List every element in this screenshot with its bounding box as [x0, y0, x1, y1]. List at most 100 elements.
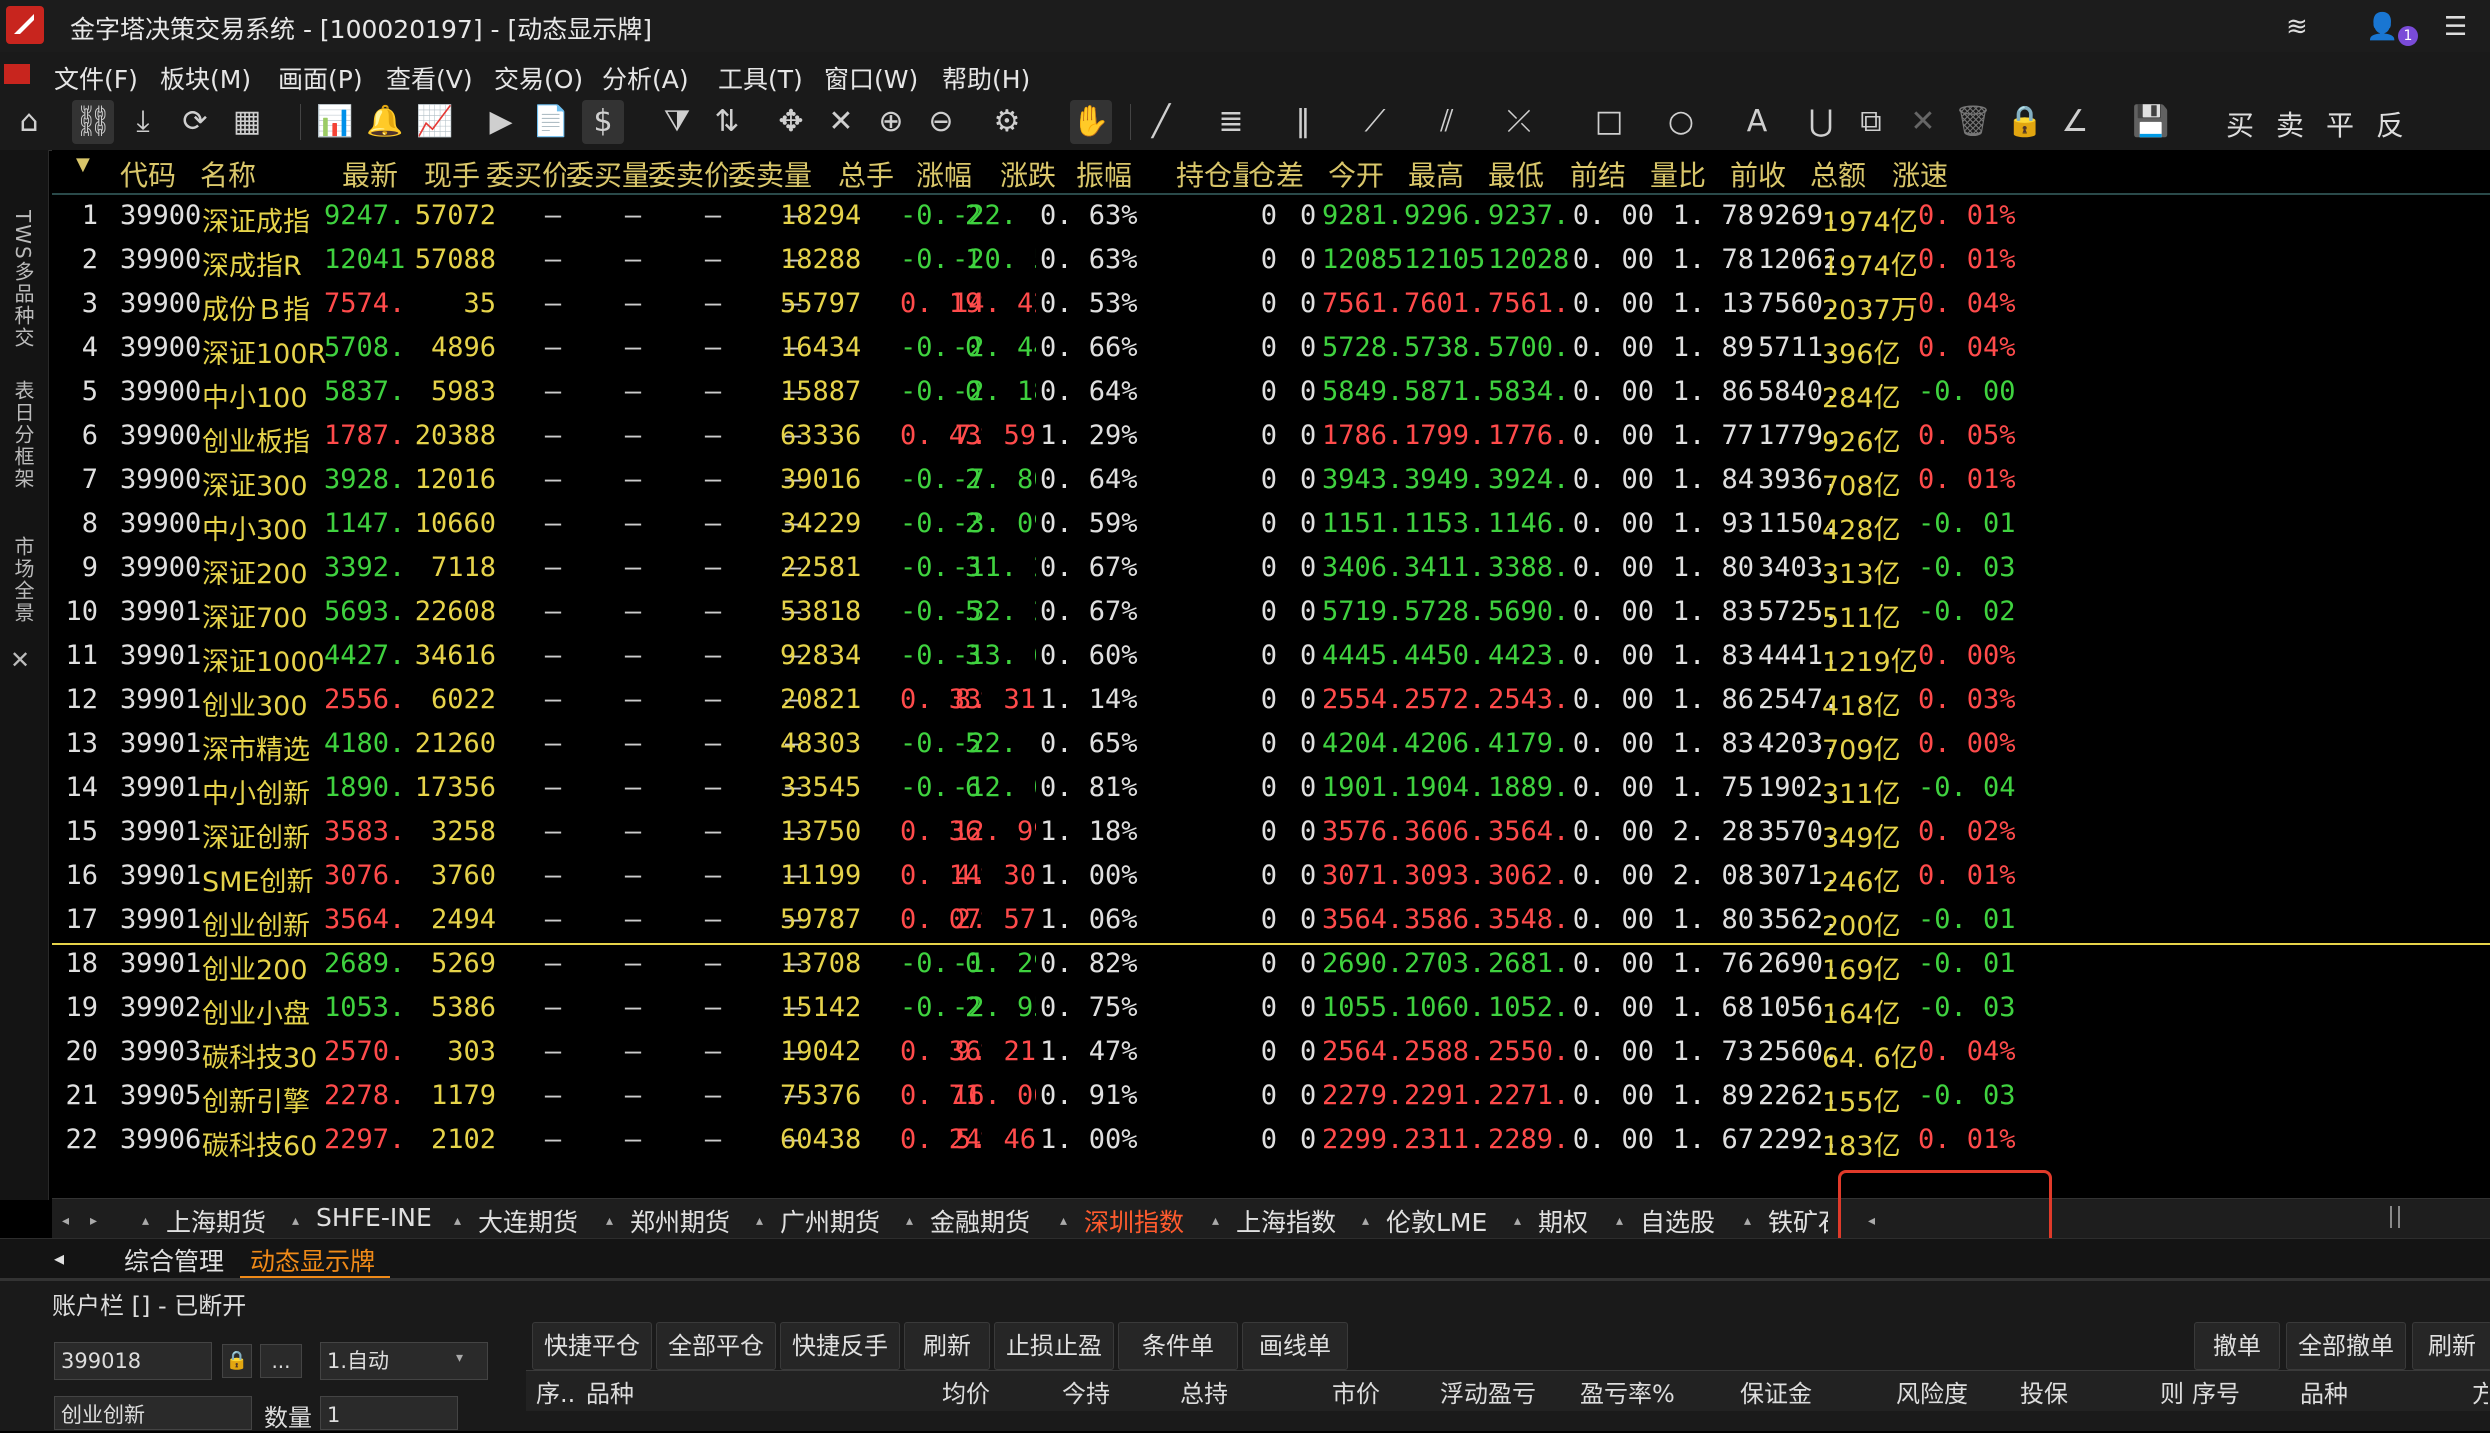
table-row[interactable]: 239900深成指R1204157088————18288-0. 17-20. …: [52, 238, 2490, 282]
menu-item-8[interactable]: 帮助(H): [942, 60, 1030, 96]
sort-icon[interactable]: ⇅: [706, 100, 748, 144]
buy-button[interactable]: 买: [2226, 104, 2254, 144]
column-header[interactable]: 委买价: [486, 154, 566, 190]
column-header[interactable]: 涨速: [1892, 154, 1992, 190]
order-button-1[interactable]: 全部平仓: [656, 1322, 776, 1370]
document-icon[interactable]: 📄: [530, 100, 572, 144]
signal-icon[interactable]: ≋: [2286, 12, 2308, 42]
table-row[interactable]: 839900中小3001147.10660————34229-0. 27-3. …: [52, 502, 2490, 546]
position-column-header[interactable]: 品种: [2300, 1374, 2468, 1409]
notes-icon[interactable]: ☰: [2444, 12, 2467, 42]
position-column-header[interactable]: 均价: [942, 1374, 1058, 1409]
circle-tool-icon[interactable]: ○: [1660, 100, 1702, 144]
position-column-header[interactable]: 保证金: [1740, 1374, 1892, 1409]
rectangle-tool-icon[interactable]: □: [1588, 100, 1630, 144]
sheet-tab-7[interactable]: 上海指数: [1236, 1203, 1336, 1239]
column-header[interactable]: 量比: [1650, 154, 1730, 190]
menu-item-4[interactable]: 交易(O): [494, 60, 583, 96]
menu-item-1[interactable]: 板块(M): [160, 60, 251, 96]
column-header[interactable]: 最新: [342, 154, 424, 190]
column-header[interactable]: 最高: [1408, 154, 1488, 190]
order-button-3[interactable]: 刷新: [904, 1322, 990, 1370]
page-tab-arrow-icon[interactable]: ◂: [54, 1246, 64, 1270]
reverse-button[interactable]: 反: [2376, 104, 2404, 144]
fan-tool-icon[interactable]: ⟋: [1354, 100, 1396, 144]
sheet-tab-10[interactable]: 自选股: [1640, 1203, 1715, 1239]
column-header[interactable]: 涨幅: [916, 154, 1000, 190]
refresh-icon[interactable]: ⟳: [174, 100, 216, 144]
user-icon[interactable]: 👤: [2366, 12, 2398, 42]
position-column-header[interactable]: 市价: [1332, 1374, 1436, 1409]
pen-icon[interactable]: ∠: [2054, 100, 2096, 144]
grid-icon[interactable]: ▦: [226, 100, 268, 144]
bell-icon[interactable]: 🔔: [364, 100, 406, 144]
delete-icon[interactable]: ✕: [1902, 100, 1944, 144]
zoom-in-icon[interactable]: ⊕: [870, 100, 912, 144]
filter-icon[interactable]: ⧩: [656, 100, 698, 144]
table-row[interactable]: 1339901深市精选4180.21260————48303-0. 53-22.…: [52, 722, 2490, 766]
table-row[interactable]: 439900深证100R5708.4896————16434-0. 04-2. …: [52, 326, 2490, 370]
order-button-6[interactable]: 画线单: [1242, 1322, 1348, 1370]
line-tool-icon[interactable]: ╱: [1140, 100, 1182, 144]
position-column-header[interactable]: 序号: [2192, 1374, 2296, 1409]
left-tab-framework[interactable]: 表日分框架: [8, 380, 38, 490]
position-column-header[interactable]: 盈亏率%: [1580, 1374, 1736, 1409]
column-header[interactable]: 现手: [424, 154, 486, 190]
column-header[interactable]: 委卖价: [648, 154, 728, 190]
table-row[interactable]: 739900深证3003928.12016————39016-0. 20-7. …: [52, 458, 2490, 502]
order-button-2[interactable]: 快捷反手: [780, 1322, 900, 1370]
column-header[interactable]: 委买量: [566, 154, 648, 190]
column-header[interactable]: 前结: [1570, 154, 1650, 190]
column-header[interactable]: 代码: [120, 154, 200, 190]
sheet-tab-5[interactable]: 金融期货: [930, 1203, 1030, 1239]
table-row[interactable]: 1039901深证7005693.22608————53818-0. 56-32…: [52, 590, 2490, 634]
sheet-tab-6[interactable]: 深圳指数: [1084, 1203, 1184, 1239]
kline-icon[interactable]: 📊: [314, 100, 356, 144]
cross-icon[interactable]: ✕: [820, 100, 862, 144]
tab-scroll-left-icon[interactable]: ◂: [62, 1213, 69, 1229]
close-panel-icon[interactable]: ✕: [10, 646, 30, 674]
download-icon[interactable]: ⤓: [122, 100, 164, 144]
left-tab-market[interactable]: 市场全景: [8, 536, 38, 624]
column-header[interactable]: 委卖量: [728, 154, 838, 190]
sheet-tab-3[interactable]: 郑州期货: [630, 1203, 730, 1239]
sheet-tab-2[interactable]: 大连期货: [478, 1203, 578, 1239]
symbol-field[interactable]: 创业创新: [54, 1396, 252, 1430]
save-icon[interactable]: 💾: [2130, 100, 2172, 144]
column-header[interactable]: 振幅: [1076, 154, 1176, 190]
right-button-2[interactable]: 刷新: [2412, 1322, 2490, 1370]
dollar-icon[interactable]: $: [582, 100, 624, 144]
menu-item-2[interactable]: 画面(P): [278, 60, 363, 96]
chart-icon[interactable]: 📈: [414, 100, 456, 144]
menu-item-0[interactable]: 文件(F): [54, 60, 138, 96]
table-row[interactable]: 2039903碳科技302570.303————190420. 36%9. 21…: [52, 1030, 2490, 1074]
order-button-0[interactable]: 快捷平仓: [532, 1322, 652, 1370]
right-button-1[interactable]: 全部撤单: [2286, 1322, 2406, 1370]
lock-icon[interactable]: 🔒: [2004, 100, 2046, 144]
sell-button[interactable]: 卖: [2276, 104, 2304, 144]
sheet-tab-1[interactable]: SHFE-INE: [316, 1203, 432, 1232]
column-header[interactable]: 总额: [1810, 154, 1892, 190]
link-icon[interactable]: ⛓: [72, 100, 114, 144]
column-header[interactable]: 今开: [1328, 154, 1408, 190]
table-row[interactable]: 1739901创业创新3564.2494————597870. 07%2. 57…: [52, 898, 2490, 942]
column-header[interactable]: 仓差: [1248, 154, 1328, 190]
more-button[interactable]: ...: [260, 1344, 302, 1378]
order-button-4[interactable]: 止损止盈: [994, 1322, 1114, 1370]
column-header[interactable]: 总手: [838, 154, 916, 190]
play-icon[interactable]: ▶: [480, 100, 522, 144]
position-column-header[interactable]: 品种: [586, 1374, 938, 1409]
position-column-header[interactable]: 总持: [1180, 1374, 1328, 1409]
sheet-tab-11[interactable]: 铁矿石: [1768, 1203, 1828, 1239]
channel-tool-icon[interactable]: ⫽: [1426, 100, 1468, 144]
position-column-header[interactable]: 浮动盈亏: [1440, 1374, 1576, 1409]
menu-item-3[interactable]: 查看(V): [386, 60, 473, 96]
column-header[interactable]: 前收: [1730, 154, 1810, 190]
position-column-header[interactable]: 风险度: [1896, 1374, 2016, 1409]
column-header[interactable]: 涨跌: [1000, 154, 1076, 190]
sheet-tab-0[interactable]: 上海期货: [166, 1203, 266, 1239]
table-row[interactable]: 1539901深证创新3583.3258————137500. 36%12. 9…: [52, 810, 2490, 854]
column-header[interactable]: 最低: [1488, 154, 1570, 190]
menu-item-6[interactable]: 工具(T): [718, 60, 803, 96]
table-row[interactable]: 539900中小1005837.5983————15887-0. 04-2. 1…: [52, 370, 2490, 414]
